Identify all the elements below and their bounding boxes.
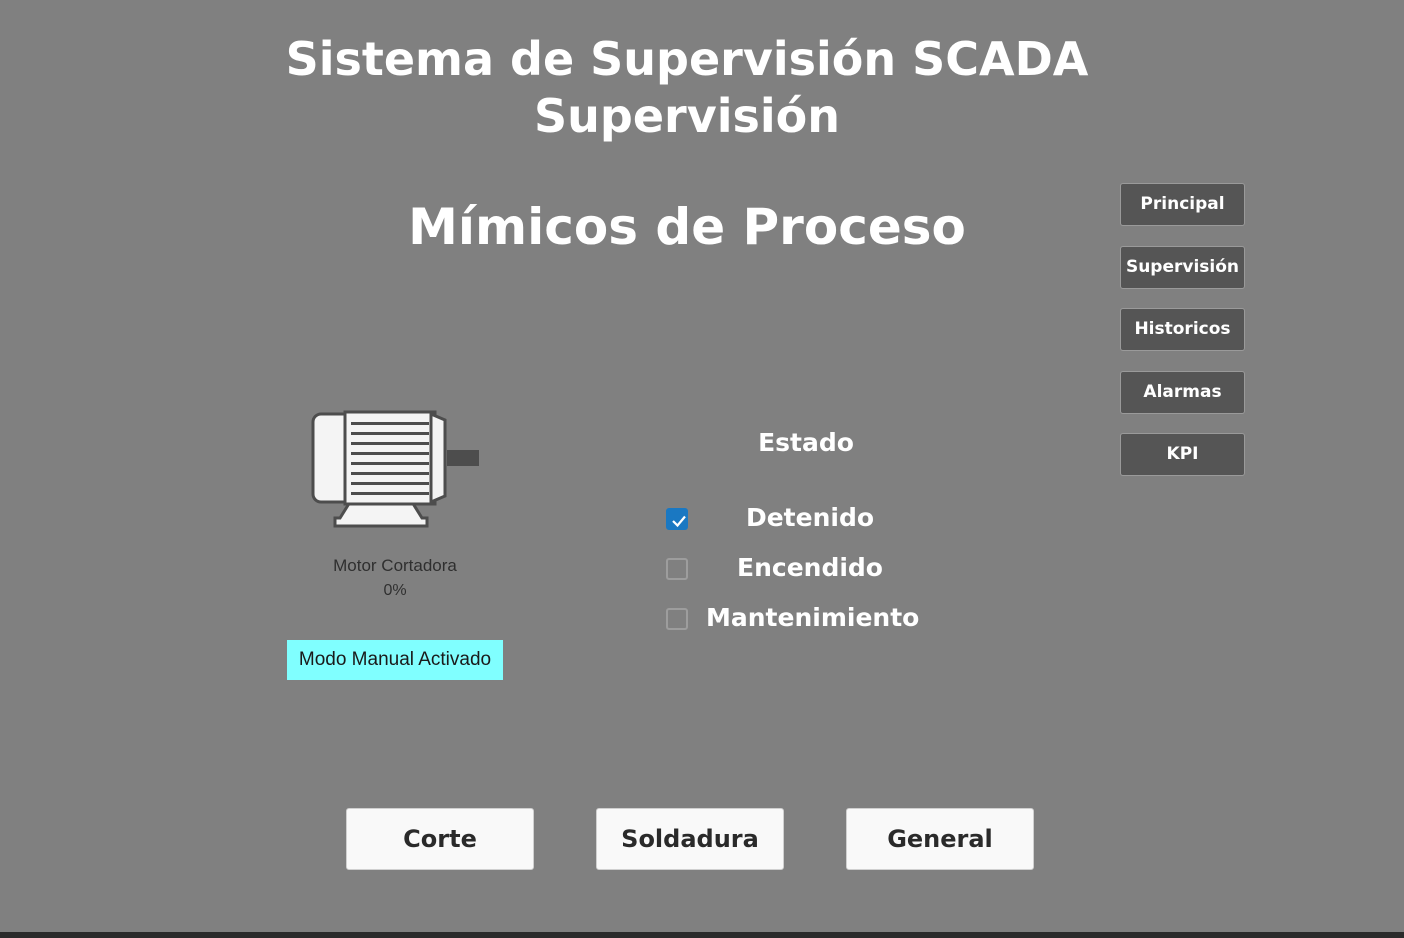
soldadura-button[interactable]: Soldadura — [596, 808, 784, 870]
encendido-checkbox[interactable] — [666, 558, 688, 580]
corte-button[interactable]: Corte — [346, 808, 534, 870]
app-title: Sistema de Supervisión SCADA — [285, 32, 1089, 86]
motor-name-label: Motor Cortadora — [333, 556, 457, 575]
window-bottom-edge — [0, 932, 1404, 938]
nav-button-principal[interactable]: Principal — [1120, 183, 1245, 226]
nav-button-historicos[interactable]: Historicos — [1120, 308, 1245, 351]
motor-value-label: 0% — [383, 582, 407, 599]
encendido-label: Encendido — [737, 553, 883, 582]
mantenimiento-label: Mantenimiento — [706, 603, 920, 632]
status-option-detenido: Detenido — [666, 502, 956, 532]
status-option-encendido: Encendido — [666, 552, 956, 582]
page-subtitle: Supervisión — [534, 89, 840, 143]
general-button[interactable]: General — [846, 808, 1034, 870]
motor-icon[interactable] — [305, 408, 485, 533]
nav-button-alarmas[interactable]: Alarmas — [1120, 370, 1245, 414]
detenido-checkbox[interactable] — [666, 508, 688, 530]
mantenimiento-checkbox[interactable] — [666, 608, 688, 630]
nav-button-supervision[interactable]: Supervisión — [1120, 245, 1245, 289]
status-option-mantenimiento: Mantenimiento — [666, 602, 956, 632]
nav-button-kpi[interactable]: KPI — [1120, 433, 1245, 476]
manual-mode-badge: Modo Manual Activado — [287, 640, 503, 680]
estado-title: Estado — [758, 428, 854, 457]
check-icon — [672, 515, 686, 528]
detenido-label: Detenido — [745, 503, 875, 532]
side-nav: Principal Supervisión Historicos Alarmas… — [1120, 183, 1245, 496]
